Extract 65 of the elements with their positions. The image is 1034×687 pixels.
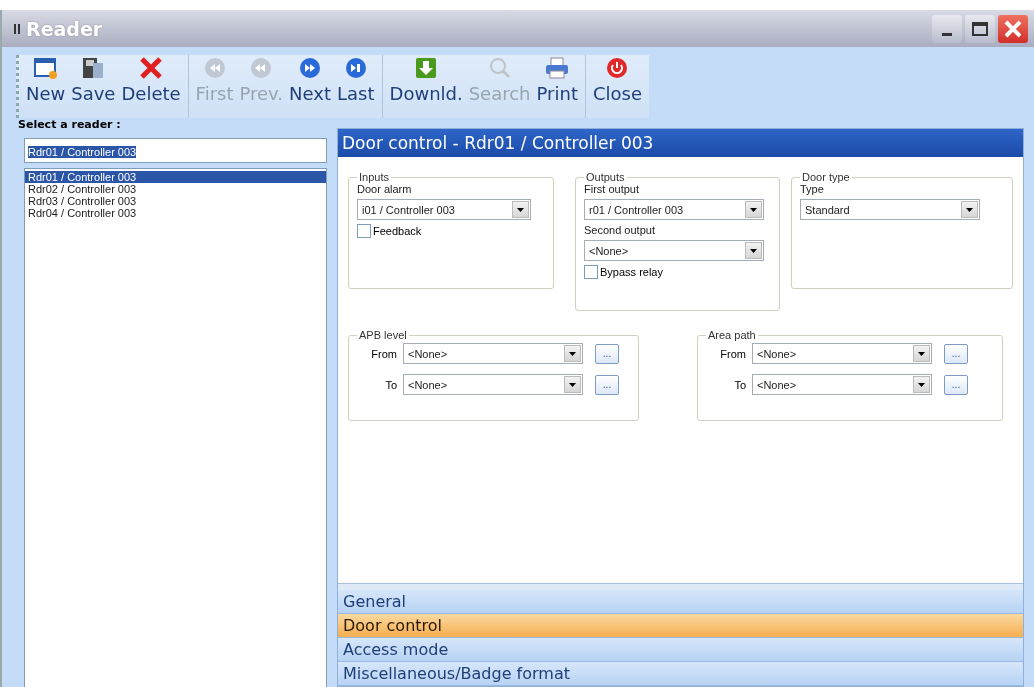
panel-header: Door control - Rdr01 / Controller 003 <box>338 129 1023 157</box>
maximize-icon <box>972 21 988 36</box>
list-label: Select a reader : <box>18 118 122 132</box>
dropdown[interactable]: <None> <box>584 240 764 261</box>
field-label: Type <box>800 183 825 195</box>
toolbar-button[interactable]: Close <box>589 55 645 118</box>
dropdown[interactable]: <None> <box>403 374 583 395</box>
toolbar-button[interactable]: Print <box>533 55 581 118</box>
dropdown[interactable]: r01 / Controller 003 <box>584 199 764 220</box>
dropdown[interactable]: <None> <box>403 343 583 364</box>
printer-icon <box>545 57 570 79</box>
maximize-button[interactable] <box>965 14 995 43</box>
toolbar-button[interactable]: Next <box>286 55 335 118</box>
window-icon <box>33 57 58 79</box>
toolbar-button[interactable]: Save <box>68 55 119 118</box>
dropdown[interactable]: i01 / Controller 003 <box>357 199 531 220</box>
toolbar-button[interactable]: Last <box>334 55 378 118</box>
window-title: Reader <box>26 17 103 40</box>
disk-icon <box>81 57 106 79</box>
field-label: To <box>384 378 397 391</box>
search-field[interactable]: Rdr01 / Controller 003 <box>24 138 327 163</box>
field-label: Door alarm <box>357 183 413 195</box>
dropdown[interactable]: <None> <box>752 374 932 395</box>
group-title: Area path <box>707 329 757 341</box>
section-tab[interactable]: General <box>338 590 1023 614</box>
cross-icon <box>139 57 164 79</box>
group-title: Inputs <box>358 171 390 183</box>
power-icon <box>605 57 630 79</box>
toolbar-button[interactable]: Downld. <box>386 55 466 118</box>
group-title: Door type <box>801 171 851 183</box>
browse-button[interactable]: ... <box>944 343 968 364</box>
forward-icon <box>298 57 323 79</box>
list-item[interactable]: Rdr01 / Controller 003 <box>25 171 326 183</box>
browse-button[interactable]: ... <box>595 343 619 364</box>
field-label: From <box>370 347 397 360</box>
close-button[interactable] <box>998 14 1028 43</box>
section-tab[interactable]: Door control <box>338 614 1023 638</box>
rewind-icon <box>249 57 274 79</box>
checkbox[interactable]: Bypass relay <box>584 265 771 279</box>
toolbar-button[interactable]: Delete <box>118 55 184 118</box>
pause-icon <box>14 23 20 34</box>
dropdown[interactable]: <None> <box>752 343 932 364</box>
list-item[interactable]: Rdr03 / Controller 003 <box>25 195 326 207</box>
checkbox[interactable]: Feedback <box>357 224 545 238</box>
forward-icon <box>343 57 368 79</box>
list-item[interactable]: Rdr02 / Controller 003 <box>25 183 326 195</box>
toolbar-button[interactable]: New <box>23 55 69 118</box>
minimize-icon <box>942 33 952 36</box>
field-label: To <box>733 378 746 391</box>
minimize-button[interactable] <box>932 14 962 43</box>
list-item[interactable]: Rdr04 / Controller 003 <box>25 207 326 219</box>
field-label: First output <box>584 183 641 195</box>
group-title: Outputs <box>585 171 626 183</box>
browse-button[interactable]: ... <box>944 374 968 395</box>
download-icon <box>414 57 439 79</box>
section-tab[interactable]: Access mode <box>338 638 1023 662</box>
browse-button[interactable]: ... <box>595 374 619 395</box>
field-label: From <box>719 347 746 360</box>
magnifier-icon <box>487 57 512 79</box>
group-title: APB level <box>358 329 408 341</box>
close-icon <box>1004 19 1022 38</box>
field-label: Second output <box>584 224 656 236</box>
rewind-icon <box>202 57 227 79</box>
dropdown[interactable]: Standard <box>800 199 980 220</box>
section-tab[interactable]: Miscellaneous/Badge format <box>338 662 1023 686</box>
